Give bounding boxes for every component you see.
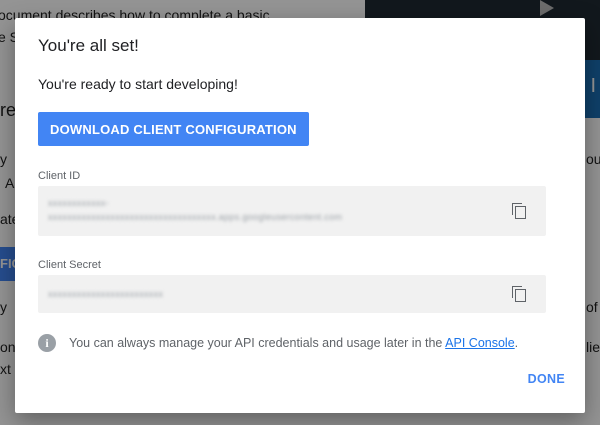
client-id-label: Client ID [38,170,81,182]
client-id-value-line2: xxxxxxxxxxxxxxxxxxxxxxxxxxxxxxxxxxx.apps… [48,212,343,222]
info-text: You can always manage your API credentia… [69,336,519,350]
info-message: i You can always manage your API credent… [38,334,518,352]
done-button[interactable]: DONE [528,372,565,386]
api-console-link[interactable]: API Console [445,336,514,350]
download-button-label: DOWNLOAD CLIENT CONFIGURATION [50,121,297,137]
download-client-configuration-button[interactable]: DOWNLOAD CLIENT CONFIGURATION [38,112,309,146]
client-id-value-line1: xxxxxxxxxxxx- [48,198,109,208]
dialog-subtitle: You're ready to start developing! [38,76,238,92]
client-id-field[interactable]: xxxxxxxxxxxx- xxxxxxxxxxxxxxxxxxxxxxxxxx… [38,186,546,236]
copy-client-secret-icon[interactable] [512,286,528,304]
info-icon: i [38,334,56,352]
client-secret-value: xxxxxxxxxxxxxxxxxxxxxxxx [48,289,164,299]
client-secret-label: Client Secret [38,259,101,271]
copy-client-id-icon[interactable] [512,203,528,221]
setup-complete-dialog: You're all set! You're ready to start de… [15,18,585,413]
client-secret-field[interactable]: xxxxxxxxxxxxxxxxxxxxxxxx [38,275,546,313]
dialog-title: You're all set! [38,36,139,55]
